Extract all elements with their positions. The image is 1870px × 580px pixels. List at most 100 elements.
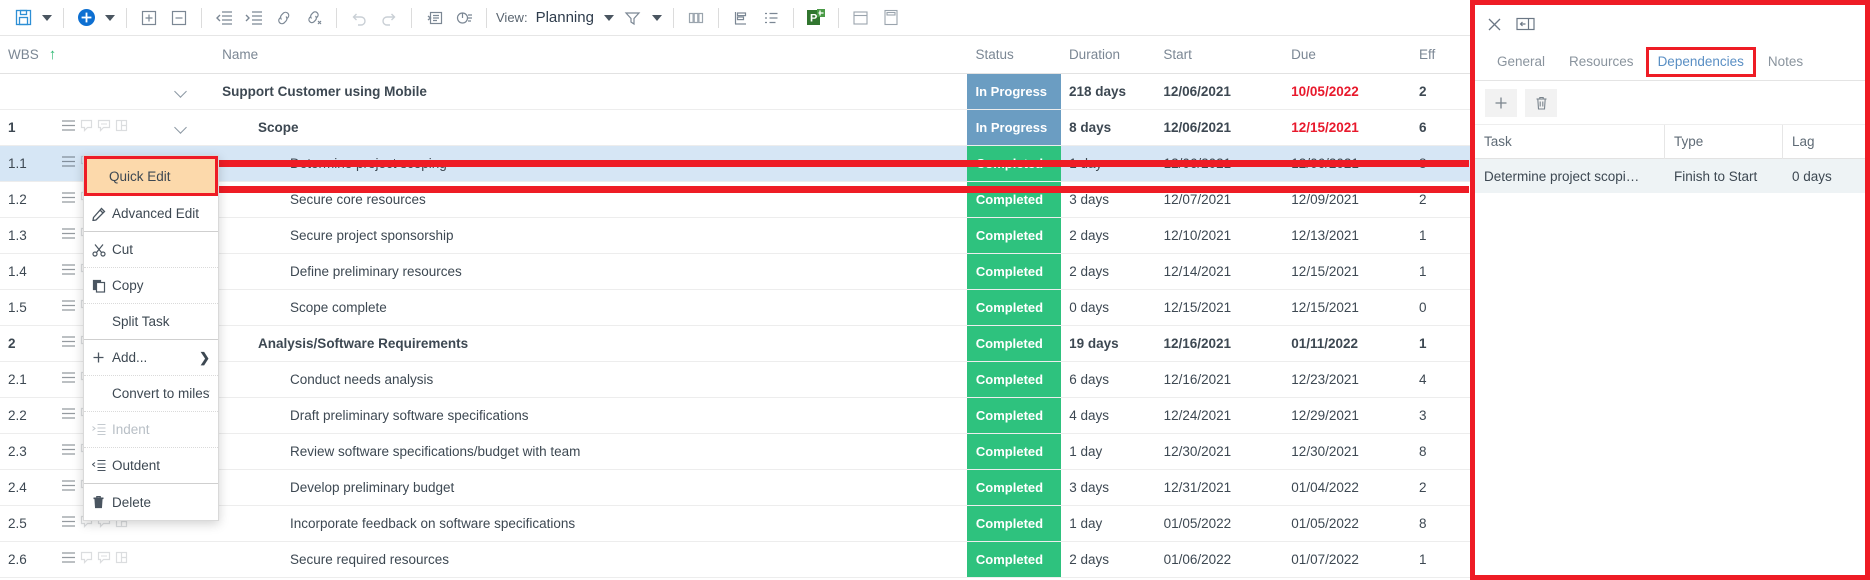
- outline-icon[interactable]: [756, 3, 786, 33]
- row-name[interactable]: Scope: [218, 110, 967, 145]
- calendar-icon[interactable]: [846, 3, 876, 33]
- row-menu-icon[interactable]: [61, 335, 76, 353]
- row-menu-icon[interactable]: [61, 263, 76, 281]
- table-row[interactable]: 1.3 Secure project sponsorship Completed 2 …: [0, 218, 1470, 254]
- row-name[interactable]: Define preliminary resources: [218, 254, 967, 289]
- context-menu-item-split-task[interactable]: Split Task: [84, 304, 218, 340]
- note-icon[interactable]: [80, 119, 93, 137]
- save-dropdown-caret[interactable]: [38, 3, 56, 33]
- table-row[interactable]: 1.4 Define preliminary resources Completed…: [0, 254, 1470, 290]
- row-expander[interactable]: [145, 110, 218, 145]
- row-menu-icon[interactable]: [61, 227, 76, 245]
- attachment-icon[interactable]: [115, 551, 128, 569]
- outdent-icon[interactable]: [209, 3, 239, 33]
- table-row[interactable]: 2.4 Develop preliminary budget Completed 3 …: [0, 470, 1470, 506]
- comment-icon[interactable]: [97, 119, 111, 137]
- row-name[interactable]: Support Customer using Mobile: [218, 74, 966, 109]
- table-row[interactable]: 2.2 Draft preliminary software specificat…: [0, 398, 1470, 434]
- column-header-effort[interactable]: Eff: [1411, 47, 1470, 62]
- chevron-down-icon[interactable]: [175, 85, 188, 98]
- context-menu-item-advanced-edit[interactable]: Advanced Edit: [84, 196, 218, 232]
- link-tasks-icon[interactable]: [269, 3, 299, 33]
- baseline-icon[interactable]: [726, 3, 756, 33]
- table-row[interactable]: 2.3 Review software specifications/budget…: [0, 434, 1470, 470]
- table-row[interactable]: 2.1 Conduct needs analysis Completed 6 days…: [0, 362, 1470, 398]
- redo-icon[interactable]: [374, 3, 404, 33]
- table-row[interactable]: 2.5 Incorporate feedback on software spec…: [0, 506, 1470, 542]
- context-menu-item-outdent[interactable]: Outdent: [84, 448, 218, 484]
- table-row[interactable]: 2 Analysis/Software Requirements Completed…: [0, 326, 1470, 362]
- collapse-panel-icon[interactable]: [1516, 17, 1535, 31]
- context-menu-item-cut[interactable]: Cut: [84, 232, 218, 268]
- table-row[interactable]: 1.5 Scope complete Completed 0 days 12/15/20…: [0, 290, 1470, 326]
- close-icon[interactable]: [1487, 17, 1502, 32]
- tab-general[interactable]: General: [1485, 47, 1557, 77]
- column-header-wbs[interactable]: WBS ↑: [0, 46, 61, 63]
- row-menu-icon[interactable]: [61, 551, 76, 569]
- view-select-value[interactable]: Planning: [536, 9, 594, 26]
- filter-icon[interactable]: [618, 3, 648, 33]
- add-dropdown-caret[interactable]: [101, 3, 119, 33]
- row-name[interactable]: Secure project sponsorship: [218, 218, 967, 253]
- column-header-start[interactable]: Start: [1155, 47, 1283, 62]
- context-menu-item-copy[interactable]: Copy: [84, 268, 218, 304]
- context-menu-item-quick-edit[interactable]: Quick Edit: [84, 156, 218, 196]
- dep-column-lag[interactable]: Lag: [1783, 125, 1865, 159]
- column-header-status[interactable]: Status: [967, 47, 1061, 62]
- undo-icon[interactable]: [344, 3, 374, 33]
- chevron-down-icon[interactable]: [175, 121, 188, 134]
- tab-dependencies[interactable]: Dependencies: [1645, 46, 1756, 77]
- attachment-icon[interactable]: [115, 119, 128, 137]
- row-context-menu[interactable]: Quick Edit Advanced Edit Cut Copy Split Task…: [83, 155, 219, 521]
- table-row[interactable]: Support Customer using Mobile In Progress…: [0, 74, 1470, 110]
- ms-project-export-icon[interactable]: P: [801, 3, 831, 33]
- collapse-all-icon[interactable]: [164, 3, 194, 33]
- row-name[interactable]: Analysis/Software Requirements: [218, 326, 967, 361]
- row-name[interactable]: Develop preliminary budget: [218, 470, 967, 505]
- row-menu-icon[interactable]: [61, 119, 76, 137]
- row-menu-icon[interactable]: [61, 515, 76, 533]
- column-header-duration[interactable]: Duration: [1061, 47, 1155, 62]
- row-name[interactable]: Review software specifications/budget wi…: [218, 434, 967, 469]
- context-menu-item-convert-to-milestone[interactable]: Convert to milestone: [84, 376, 218, 412]
- view-dropdown-caret[interactable]: [600, 3, 618, 33]
- column-header-due[interactable]: Due: [1283, 47, 1411, 62]
- expand-all-icon[interactable]: [134, 3, 164, 33]
- columns-icon[interactable]: [681, 3, 711, 33]
- tab-resources[interactable]: Resources: [1557, 47, 1646, 77]
- dep-column-type[interactable]: Type: [1665, 124, 1783, 159]
- row-name[interactable]: Conduct needs analysis: [218, 362, 967, 397]
- add-dependency-button[interactable]: [1485, 88, 1517, 117]
- row-name[interactable]: Incorporate feedback on software specifi…: [218, 506, 967, 541]
- row-name[interactable]: Secure required resources: [218, 542, 967, 577]
- context-menu-item-delete[interactable]: Delete: [84, 484, 218, 520]
- row-menu-icon[interactable]: [61, 371, 76, 389]
- table-row[interactable]: 1 Scope In Progress 8 days 12/06/2021 12/15/2…: [0, 110, 1470, 146]
- row-expander[interactable]: [145, 74, 218, 109]
- unlink-tasks-icon[interactable]: [299, 3, 329, 33]
- row-name[interactable]: Draft preliminary software specification…: [218, 398, 967, 433]
- column-header-name[interactable]: Name: [218, 47, 966, 62]
- row-menu-icon[interactable]: [61, 191, 76, 209]
- note-icon[interactable]: [80, 551, 93, 569]
- delete-dependency-button[interactable]: [1525, 88, 1557, 117]
- row-menu-icon[interactable]: [61, 299, 76, 317]
- row-menu-icon[interactable]: [61, 479, 76, 497]
- filter-dropdown-caret[interactable]: [648, 3, 666, 33]
- add-task-icon[interactable]: [71, 3, 101, 33]
- row-name[interactable]: Scope complete: [218, 290, 967, 325]
- indent-icon[interactable]: [239, 3, 269, 33]
- save-icon[interactable]: [8, 3, 38, 33]
- row-menu-icon[interactable]: [61, 443, 76, 461]
- table-row[interactable]: 2.6 Secure required resources Completed 2 d…: [0, 542, 1470, 578]
- dependency-row[interactable]: Determine project scopi… Finish to Start 0…: [1475, 159, 1865, 193]
- task-details-icon[interactable]: [419, 3, 449, 33]
- dep-column-task[interactable]: Task: [1475, 124, 1665, 159]
- calculator-icon[interactable]: [876, 3, 906, 33]
- row-menu-icon[interactable]: [61, 407, 76, 425]
- tab-notes[interactable]: Notes: [1756, 47, 1815, 77]
- context-menu-item-add[interactable]: Add... ❯: [84, 340, 218, 376]
- percent-complete-icon[interactable]: [449, 3, 479, 33]
- comment-icon[interactable]: [97, 551, 111, 569]
- row-menu-icon[interactable]: [61, 155, 76, 173]
